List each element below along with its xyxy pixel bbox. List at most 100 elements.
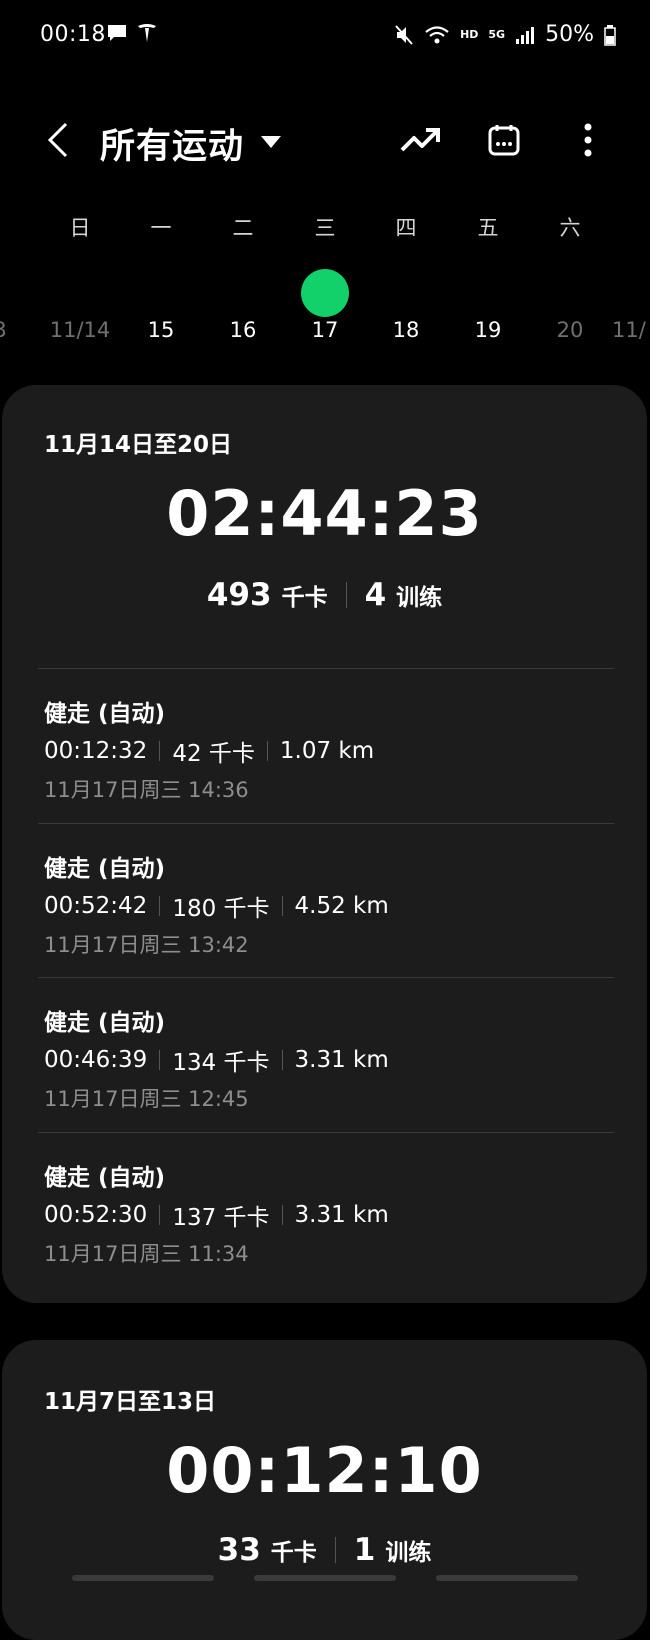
divider: [38, 977, 614, 978]
workout-duration: 00:52:30: [44, 1202, 148, 1228]
weekday-tue: 二: [232, 216, 254, 240]
weekday-wed: 三: [314, 216, 336, 240]
stat-separator: [266, 741, 268, 761]
week-calories: 33: [217, 1532, 261, 1568]
workout-distance: 3.31 km: [294, 1047, 389, 1073]
network-label: HD: [460, 28, 479, 41]
network-5g-label: 5G: [488, 28, 506, 41]
workout-duration: 00:46:39: [44, 1047, 148, 1073]
workout-datetime: 11月17日周三 13:42: [44, 933, 249, 957]
calendar-icon: [487, 123, 521, 161]
workout-calories: 42 千卡: [172, 741, 255, 767]
week-summary-stats: 33 千卡 1 训练: [2, 1532, 647, 1568]
activity-filter-dropdown[interactable]: 所有运动: [100, 118, 282, 169]
workout-stats: 00:52:30 137 千卡 3.31 km: [44, 1198, 389, 1232]
weekday-sat: 六: [559, 216, 581, 240]
message-icon: [106, 22, 128, 48]
workout-name: 健走 (自动): [44, 701, 166, 727]
week-summary-stats: 493 千卡 4 训练: [2, 577, 647, 613]
status-time: 00:18: [40, 22, 106, 47]
status-system-icons: HD 5G 50%: [394, 22, 616, 47]
back-icon: [46, 122, 70, 162]
weekday-fri: 五: [477, 216, 499, 240]
calendar-button[interactable]: [482, 120, 526, 164]
status-notification-icons: [106, 22, 158, 48]
week-total-time: 02:44:23: [166, 477, 483, 550]
stat-separator: [159, 896, 161, 916]
workout-stats: 00:46:39 134 千卡 3.31 km: [44, 1043, 389, 1077]
summary-separator: [345, 582, 347, 608]
weekday-mon: 一: [150, 216, 172, 240]
trend-button[interactable]: [398, 120, 442, 164]
workout-datetime: 11月17日周三 14:36: [44, 778, 249, 802]
stat-separator: [281, 1205, 283, 1225]
battery-text: 50%: [545, 22, 594, 47]
week-total-time: 00:12:10: [166, 1434, 483, 1507]
workout-list-item[interactable]: 健走 (自动) 00:12:32 42 千卡 1.07 km 11月17日周三 …: [44, 694, 604, 844]
week-summary-card: 11月7日至13日 00:12:10 33 千卡 1 训练: [2, 1340, 647, 1640]
tesla-icon: [136, 22, 158, 48]
divider: [38, 823, 614, 824]
divider: [38, 1132, 614, 1133]
week-workout-count: 4: [364, 577, 387, 613]
more-options-button[interactable]: [566, 120, 610, 164]
dropdown-icon: [260, 134, 282, 153]
battery-icon: [604, 24, 616, 46]
workout-stats: 00:12:32 42 千卡 1.07 km: [44, 734, 374, 768]
back-button[interactable]: [40, 120, 76, 164]
date-item[interactable]: 15: [126, 318, 196, 342]
date-item[interactable]: 3: [0, 318, 35, 342]
workout-name: 健走 (自动): [44, 856, 166, 882]
nav-back-pill[interactable]: [436, 1575, 578, 1581]
workout-calories: 134 千卡: [172, 1050, 270, 1076]
summary-separator: [334, 1537, 336, 1563]
stat-separator: [281, 1050, 283, 1070]
week-calories: 493: [206, 577, 272, 613]
activity-day-dot[interactable]: [301, 269, 349, 317]
nav-recents-pill[interactable]: [72, 1575, 214, 1581]
week-calories-unit: 千卡: [281, 585, 328, 611]
workout-datetime: 11月17日周三 11:34: [44, 1242, 249, 1266]
wifi-icon: [424, 24, 450, 46]
weekday-header-row: 日 一 二 三 四 五 六: [0, 212, 650, 252]
week-range: 11月7日至13日: [44, 1389, 217, 1415]
header-actions: [398, 120, 610, 164]
nav-home-pill[interactable]: [254, 1575, 396, 1581]
mute-icon: [394, 24, 414, 46]
date-strip: 3 11/14 15 16 17 18 19 20 11/: [0, 318, 650, 358]
workout-datetime: 11月17日周三 12:45: [44, 1087, 249, 1111]
stat-separator: [159, 1050, 161, 1070]
workout-distance: 1.07 km: [279, 738, 375, 764]
week-range: 11月14日至20日: [44, 432, 233, 458]
workout-duration: 00:12:32: [44, 738, 148, 764]
stat-separator: [281, 896, 283, 916]
week-summary-card: 11月14日至20日 02:44:23 493 千卡 4 训练 健走 (自动) …: [2, 385, 647, 1303]
stat-separator: [159, 741, 161, 761]
workout-calories: 180 千卡: [172, 896, 270, 922]
workout-name: 健走 (自动): [44, 1010, 166, 1036]
workout-name: 健走 (自动): [44, 1165, 166, 1191]
divider: [38, 668, 614, 669]
page-title: 所有运动: [100, 127, 245, 167]
weekday-thu: 四: [395, 216, 417, 240]
week-workout-unit: 训练: [385, 1540, 432, 1566]
stat-separator: [159, 1205, 161, 1225]
date-item[interactable]: 19: [453, 318, 523, 342]
week-workout-unit: 训练: [396, 585, 443, 611]
trend-icon: [400, 126, 440, 158]
signal-icon: [515, 25, 535, 45]
weekday-sun: 日: [69, 216, 91, 240]
date-item-selected[interactable]: 17: [290, 318, 360, 342]
status-bar: 00:18 HD 5G 50%: [0, 0, 650, 72]
date-item[interactable]: 16: [208, 318, 278, 342]
date-item[interactable]: 11/14: [45, 318, 115, 342]
app-bar: 所有运动: [0, 100, 650, 190]
workout-distance: 3.31 km: [294, 1202, 389, 1228]
workout-list-item[interactable]: 健走 (自动) 00:46:39 134 千卡 3.31 km 11月17日周三…: [44, 1003, 604, 1153]
date-item[interactable]: 18: [371, 318, 441, 342]
date-item[interactable]: 11/: [612, 318, 650, 342]
week-workout-count: 1: [353, 1532, 376, 1568]
week-calories-unit: 千卡: [270, 1540, 317, 1566]
date-item[interactable]: 20: [535, 318, 605, 342]
workout-list-item[interactable]: 健走 (自动) 00:52:30 137 千卡 3.31 km 11月17日周三…: [44, 1158, 604, 1308]
